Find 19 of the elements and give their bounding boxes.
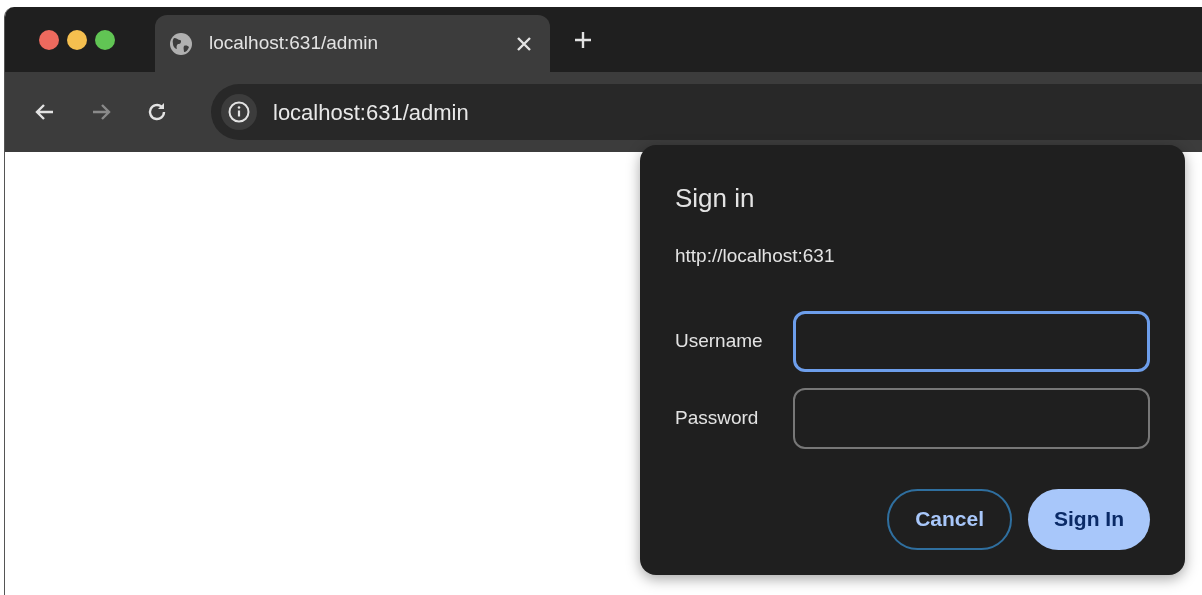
input-field[interactable] bbox=[793, 310, 1150, 372]
sign-in-button[interactable]: Sign In bbox=[1028, 488, 1150, 550]
maximize-window-icon[interactable] bbox=[95, 29, 115, 50]
close-window-icon[interactable] bbox=[39, 29, 59, 50]
minimize-window-icon[interactable] bbox=[67, 29, 87, 50]
field-label: Username bbox=[675, 328, 764, 353]
close-tab-icon[interactable] bbox=[516, 35, 532, 52]
url-text: localhost:631/admin bbox=[273, 98, 469, 127]
cancel-button[interactable]: Cancel bbox=[887, 488, 1012, 550]
new-tab-icon[interactable] bbox=[574, 30, 592, 49]
origin-text: http://localhost:631 bbox=[675, 244, 836, 269]
browser-tab[interactable]: localhost:631/admin bbox=[155, 15, 550, 72]
dialog-title: Sign in bbox=[675, 183, 756, 215]
field-label: Password bbox=[675, 405, 760, 430]
tab-title: localhost:631/admin bbox=[209, 31, 379, 56]
info-icon[interactable] bbox=[228, 101, 250, 123]
globe-icon bbox=[169, 31, 193, 56]
input-field[interactable] bbox=[793, 387, 1150, 449]
address-bar[interactable]: localhost:631/admin bbox=[211, 84, 1202, 140]
